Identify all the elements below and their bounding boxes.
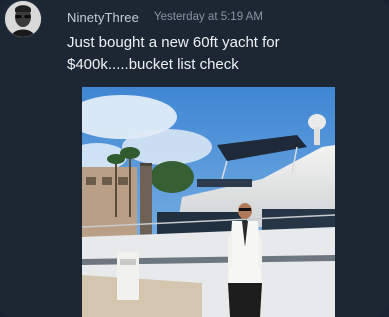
avatar[interactable] [4, 0, 42, 38]
username[interactable]: NinetyThree [67, 10, 139, 25]
sunglasses-portrait-icon [5, 1, 41, 37]
chat-message: NinetyThree Yesterday at 5:19 AM Just bo… [0, 0, 389, 317]
timestamp: Yesterday at 5:19 AM [154, 11, 263, 23]
image-attachment[interactable] [82, 87, 335, 317]
message-text: Just bought a new 60ft yacht for $400k..… [67, 34, 280, 73]
yacht-photo [82, 87, 335, 317]
